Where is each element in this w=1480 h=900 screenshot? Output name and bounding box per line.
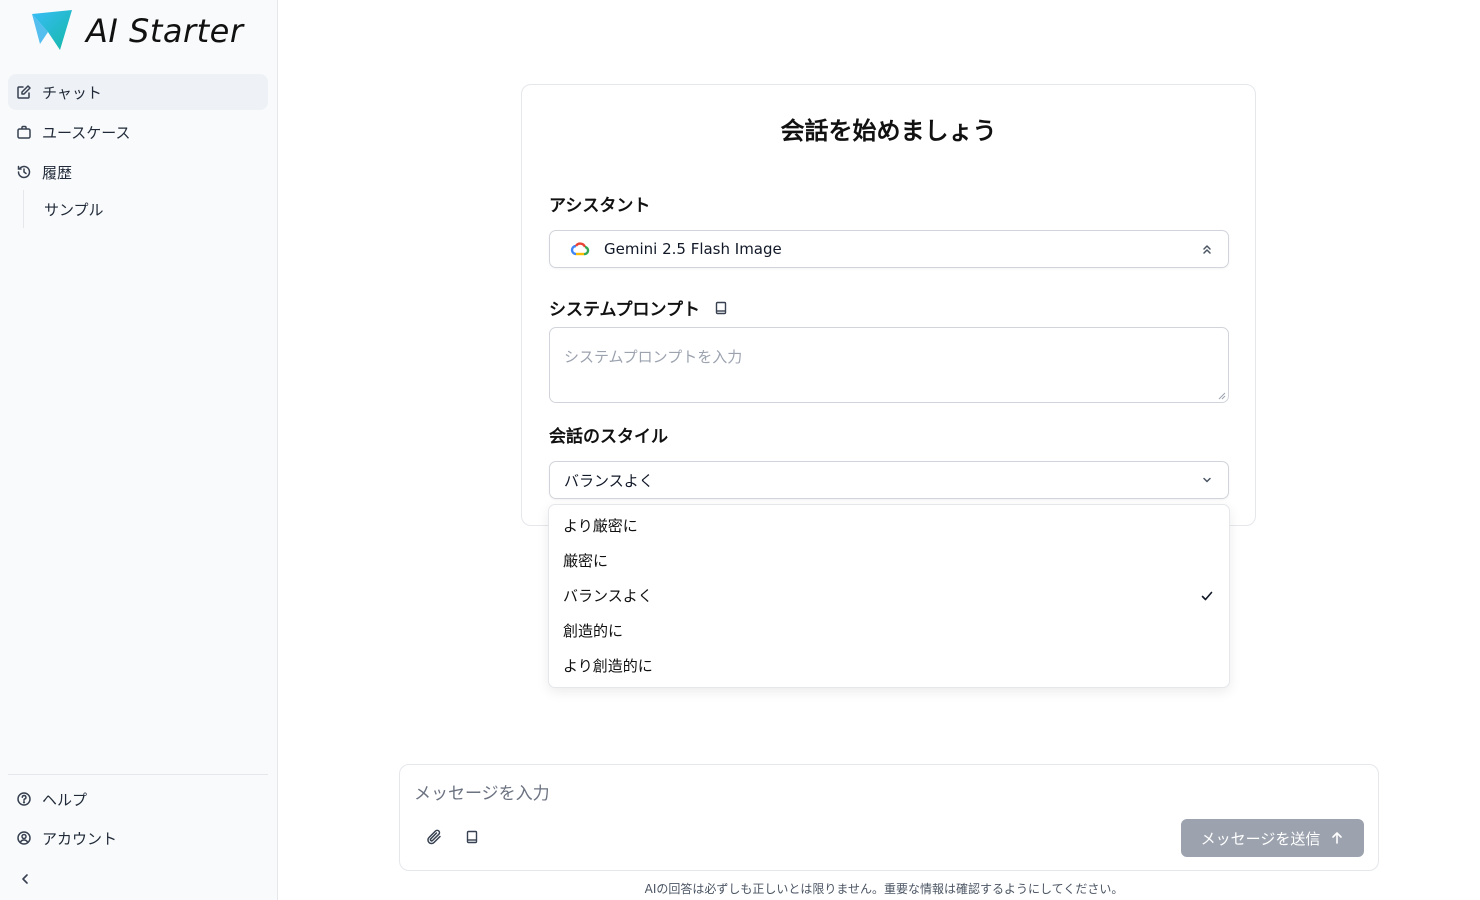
collapse-sidebar-button[interactable] [16, 870, 34, 888]
style-option[interactable]: 厳密に [549, 543, 1229, 578]
sidebar-item-chat[interactable]: チャット [8, 74, 268, 110]
paperclip-icon [427, 829, 441, 845]
style-label-text: 会話のスタイル [549, 427, 668, 447]
assistant-label: アシスタント [549, 191, 650, 216]
book-icon [466, 830, 478, 844]
conversation-settings-card: 会話を始めましょう アシスタント Gemini 2.5 Flash Image … [521, 84, 1256, 526]
sidebar-item-label: チャット [42, 83, 102, 102]
page-title: 会話を始めましょう [780, 117, 997, 145]
edit-icon [17, 85, 31, 99]
prompt-library-button[interactable] [462, 827, 482, 847]
resize-handle-icon[interactable] [1218, 392, 1226, 400]
history-icon [17, 165, 31, 179]
arrow-up-icon [1332, 832, 1343, 844]
style-selected-value: バランスよく [564, 471, 654, 490]
style-option-label: バランスよく [563, 587, 653, 605]
style-option-label: より創造的に [563, 657, 653, 675]
style-select[interactable]: バランスよく [549, 461, 1229, 499]
style-option[interactable]: より厳密に [549, 508, 1229, 543]
system-prompt-label-text: システムプロンプト [549, 300, 700, 320]
sidebar-item-history[interactable]: 履歴 [8, 154, 268, 190]
style-option[interactable]: より創造的に [549, 648, 1229, 683]
sidebar-item-account[interactable]: アカウント [8, 820, 268, 856]
account-icon [17, 831, 31, 845]
check-icon [1201, 591, 1213, 600]
google-cloud-icon [570, 242, 590, 256]
system-prompt-input[interactable]: システムプロンプトを入力 [549, 327, 1229, 403]
sidebar: AI Starter チャット ユースケース 履歴 サンプル ヘルプ アカウント [0, 0, 278, 900]
sidebar-item-label: アカウント [42, 829, 118, 848]
assistant-selected-value: Gemini 2.5 Flash Image [604, 240, 782, 258]
assistant-select[interactable]: Gemini 2.5 Flash Image [549, 230, 1229, 268]
app-name: AI Starter [86, 12, 244, 50]
sidebar-bottom: ヘルプ アカウント [8, 774, 268, 859]
help-icon [17, 792, 31, 806]
send-message-button[interactable]: メッセージを送信 [1181, 819, 1364, 857]
sidebar-item-help[interactable]: ヘルプ [8, 781, 268, 817]
system-prompt-label: システムプロンプト [549, 295, 728, 320]
book-icon[interactable] [714, 301, 728, 315]
disclaimer-text: AIの回答は必ずしも正しいとは限りません。重要な情報は確認するようにしてください… [644, 882, 1124, 896]
style-option-selected[interactable]: バランスよく [549, 578, 1229, 613]
chevrons-up-icon [1203, 245, 1211, 254]
style-option-label: より厳密に [563, 517, 638, 535]
attach-button[interactable] [424, 827, 444, 847]
chevron-left-icon [22, 874, 28, 884]
chevron-down-icon [1203, 477, 1211, 483]
style-dropdown-menu: より厳密に 厳密に バランスよく 創造的に より創造的に [548, 504, 1230, 688]
style-option-label: 創造的に [563, 622, 624, 640]
sidebar-nav: チャット ユースケース 履歴 サンプル [8, 74, 268, 228]
briefcase-icon [17, 125, 31, 139]
style-label: 会話のスタイル [549, 422, 668, 447]
message-composer: メッセージを入力 メッセージを送信 [399, 764, 1379, 871]
message-placeholder: メッセージを入力 [414, 784, 550, 804]
assistant-label-text: アシスタント [549, 196, 651, 216]
logo-icon [32, 10, 72, 50]
history-item-label: サンプル [44, 200, 104, 219]
sidebar-item-label: 履歴 [42, 163, 73, 182]
style-option[interactable]: 創造的に [549, 613, 1229, 648]
message-input[interactable]: メッセージを入力 [414, 779, 1314, 804]
sidebar-item-usecase[interactable]: ユースケース [8, 114, 268, 150]
system-prompt-placeholder: システムプロンプトを入力 [564, 348, 743, 366]
send-button-label: メッセージを送信 [1200, 829, 1321, 848]
sidebar-item-label: ユースケース [42, 123, 131, 142]
style-option-label: 厳密に [563, 552, 609, 570]
sidebar-item-label: ヘルプ [42, 790, 88, 809]
app-logo[interactable]: AI Starter [30, 10, 244, 52]
history-item[interactable]: サンプル [23, 190, 268, 228]
